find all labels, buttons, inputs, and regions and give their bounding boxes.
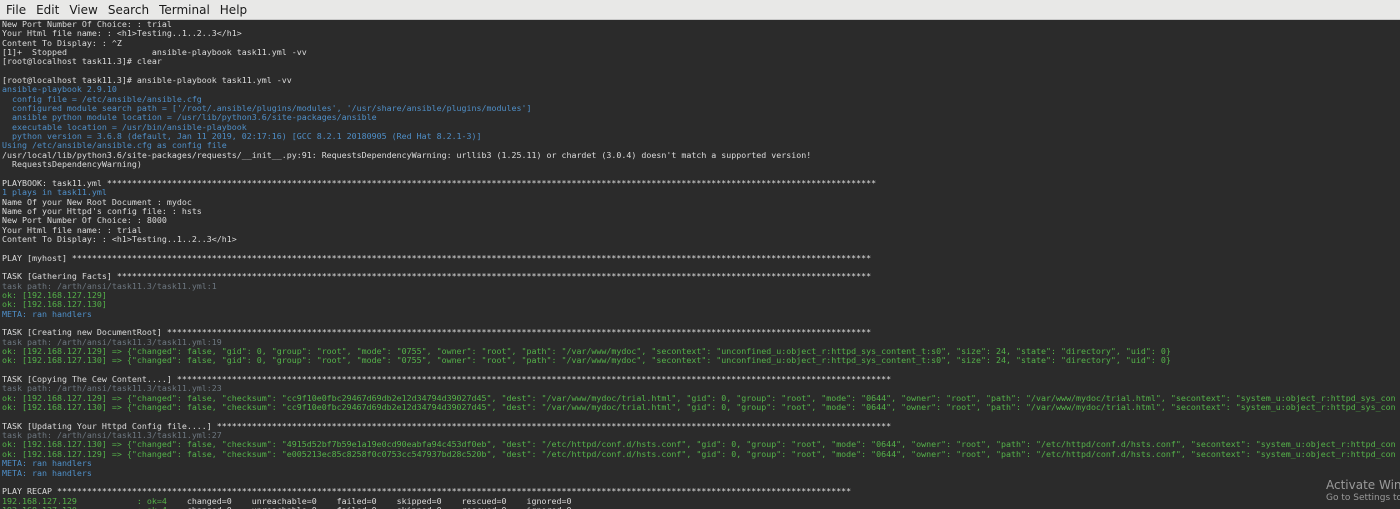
terminal-line: Content To Display: : ^Z (2, 38, 122, 48)
terminal-line: task path: /arth/ansi/task11.3/task11.ym… (2, 384, 222, 394)
terminal-line: ok: [192.168.127.129] => {"changed": fal… (2, 347, 1171, 357)
terminal-line: Content To Display: : <h1>Testing..1..2.… (2, 234, 237, 244)
terminal-line: [1]+ Stopped ansible-playbook task11.yml… (2, 48, 307, 58)
terminal-line: META: ran handlers (2, 309, 92, 319)
terminal-line: executable location = /usr/bin/ansible-p… (2, 122, 247, 132)
terminal-line: 192.168.127.129 : ok=4 changed=0 unreach… (2, 496, 572, 506)
terminal-line: PLAYBOOK: task11.yml *******************… (2, 178, 877, 188)
terminal-line: /usr/local/lib/python3.6/site-packages/r… (2, 150, 812, 160)
menu-view[interactable]: View (64, 0, 102, 20)
terminal-line: Name Of your New Root Document : mydoc (2, 197, 192, 207)
activate-windows-watermark: Activate Windows Go to Settings to activ… (1326, 478, 1400, 504)
terminal-line: configured module search path = ['/root/… (2, 104, 532, 114)
terminal-line: 1 plays in task11.yml (2, 188, 107, 198)
terminal-line: TASK [Gathering Facts] *****************… (2, 272, 872, 282)
terminal-line: ok: [192.168.127.130] => {"changed": fal… (2, 356, 1171, 366)
terminal-line: PLAY [myhost] **************************… (2, 253, 872, 263)
menu-help[interactable]: Help (215, 0, 252, 20)
watermark-title: Activate Windows (1326, 478, 1400, 492)
terminal-line: Name of your Httpd's config file: : hsts (2, 206, 202, 216)
terminal-line: Your Html file name: : trial (2, 225, 142, 235)
terminal-scrollbar[interactable] (1396, 20, 1400, 509)
terminal-line: [root@localhost task11.3]# ansible-playb… (2, 76, 292, 86)
terminal-line: TASK [Creating new DocumentRoot] *******… (2, 328, 872, 338)
terminal-output[interactable]: New Port Number Of Choice: : trial Your H… (0, 20, 1400, 509)
terminal-line: ok: [192.168.127.129] (2, 290, 107, 300)
watermark-subtitle: Go to Settings to activate Windows. (1326, 493, 1400, 503)
terminal-line: ok: [192.168.127.130] => {"changed": fal… (2, 440, 1400, 450)
terminal-line: New Port Number Of Choice: : trial (2, 20, 172, 29)
terminal-line: Using /etc/ansible/ansible.cfg as config… (2, 141, 227, 151)
menu-edit[interactable]: Edit (31, 0, 64, 20)
terminal-line: ok: [192.168.127.129] => {"changed": fal… (2, 449, 1400, 459)
terminal-line: task path: /arth/ansi/task11.3/task11.ym… (2, 281, 217, 291)
terminal-line: config file = /etc/ansible/ansible.cfg (2, 94, 202, 104)
terminal-line: ansible-playbook 2.9.10 (2, 85, 117, 95)
terminal-line: python version = 3.6.8 (default, Jan 11 … (2, 132, 482, 142)
terminal-line: ansible python module location = /usr/li… (2, 113, 377, 123)
menu-search[interactable]: Search (103, 0, 154, 20)
terminal-line: META: ran handlers (2, 459, 92, 469)
terminal-line: PLAY RECAP *****************************… (2, 487, 852, 497)
terminal-line: RequestsDependencyWarning) (2, 160, 142, 170)
menu-bar: File Edit View Search Terminal Help (0, 0, 1400, 20)
terminal-line: ok: [192.168.127.129] => {"changed": fal… (2, 393, 1400, 403)
terminal-line: META: ran handlers (2, 468, 92, 478)
terminal-line: ok: [192.168.127.130] => {"changed": fal… (2, 403, 1400, 413)
menu-file[interactable]: File (0, 0, 31, 20)
terminal-line: task path: /arth/ansi/task11.3/task11.ym… (2, 337, 222, 347)
terminal-line: New Port Number Of Choice: : 8000 (2, 216, 167, 226)
terminal-line: ok: [192.168.127.130] (2, 300, 107, 310)
terminal-line: Your Html file name: : <h1>Testing..1..2… (2, 29, 242, 39)
terminal-line: task path: /arth/ansi/task11.3/task11.ym… (2, 431, 222, 441)
terminal-line: TASK [Copying The Cew Content....] *****… (2, 375, 892, 385)
terminal-line: TASK [Updating Your Httpd Config file...… (2, 421, 892, 431)
terminal-line: [root@localhost task11.3]# clear (2, 57, 162, 67)
menu-terminal[interactable]: Terminal (154, 0, 215, 20)
